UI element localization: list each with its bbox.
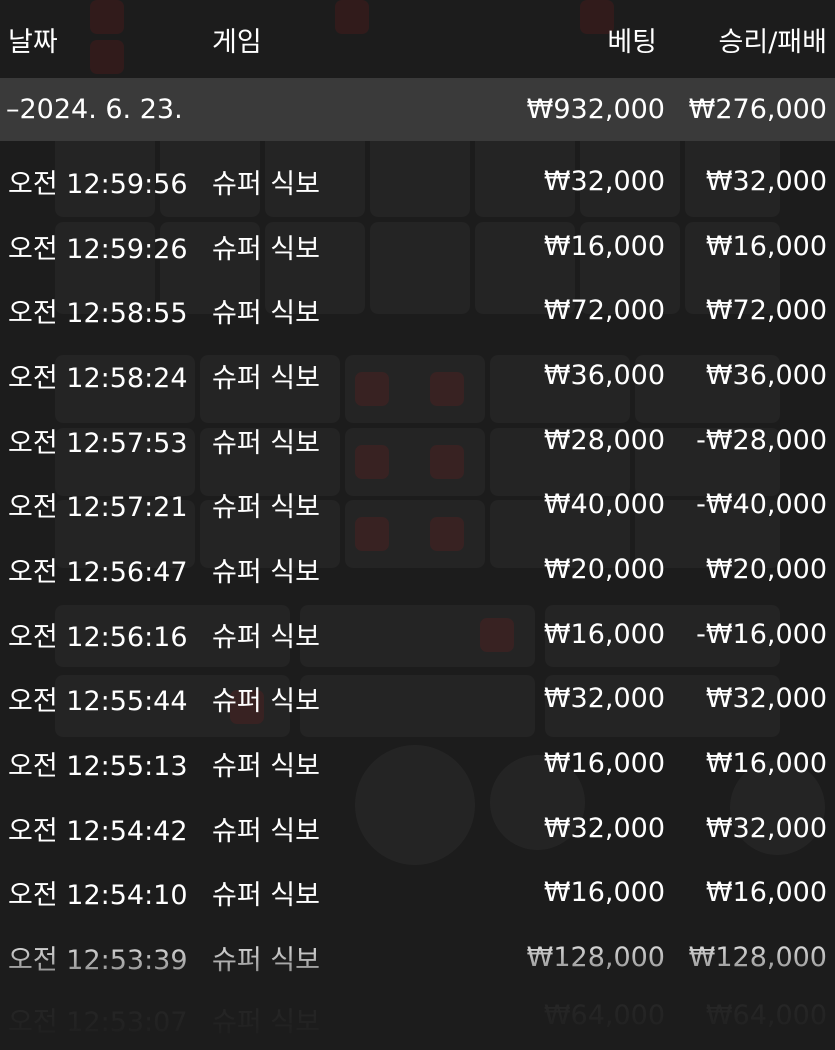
row-game: 슈퍼 식보 xyxy=(212,427,320,459)
history-list: 오전 12:59:56 슈퍼 식보 ₩32,000 ₩32,000 오전 12:… xyxy=(0,149,835,990)
row-winloss: ₩16,000 xyxy=(705,877,827,909)
history-row[interactable]: 오전 12:54:10 슈퍼 식보 ₩16,000 ₩16,000 xyxy=(0,861,835,926)
history-header: 날짜 게임 베팅 승리/패배 xyxy=(0,0,835,78)
row-winloss: ₩72,000 xyxy=(705,295,827,327)
row-bet: ₩128,000 xyxy=(526,942,665,974)
history-row[interactable]: 오전 12:57:53 슈퍼 식보 ₩28,000 -₩28,000 xyxy=(0,408,835,473)
row-bet: ₩16,000 xyxy=(543,748,665,780)
row-winloss: ₩20,000 xyxy=(705,553,827,585)
history-row-partial[interactable]: 오전 12:53:07 슈퍼 식보 ₩64,000 ₩64,000 xyxy=(0,1000,835,1040)
row-time: 오전 12:56:47 xyxy=(8,556,188,588)
row-winloss: -₩40,000 xyxy=(696,489,827,521)
date-group-row[interactable]: –2024. 6. 23. ₩932,000 ₩276,000 xyxy=(0,78,835,141)
column-header-date[interactable]: 날짜 xyxy=(8,20,58,59)
row-time: 오전 12:59:26 xyxy=(8,233,188,265)
row-game: 슈퍼 식보 xyxy=(212,686,320,718)
row-bet: ₩32,000 xyxy=(543,812,665,844)
date-group-bet-total: ₩932,000 xyxy=(526,94,665,125)
row-time: 오전 12:53:39 xyxy=(8,945,188,977)
history-row[interactable]: 오전 12:59:56 슈퍼 식보 ₩32,000 ₩32,000 xyxy=(0,149,835,214)
column-header-bet[interactable]: 베팅 xyxy=(607,20,657,59)
column-header-game[interactable]: 게임 xyxy=(212,20,262,59)
history-row[interactable]: 오전 12:56:47 슈퍼 식보 ₩20,000 ₩20,000 xyxy=(0,537,835,602)
row-winloss: ₩32,000 xyxy=(705,683,827,715)
row-game: 슈퍼 식보 xyxy=(212,168,320,200)
row-time: 오전 12:57:21 xyxy=(8,492,188,524)
row-time: 오전 12:55:13 xyxy=(8,751,188,783)
row-winloss: ₩64,000 xyxy=(705,1000,827,1031)
row-bet: ₩16,000 xyxy=(543,230,665,262)
row-winloss: ₩32,000 xyxy=(705,812,827,844)
row-bet: ₩28,000 xyxy=(543,424,665,456)
row-bet: ₩72,000 xyxy=(543,295,665,327)
row-game: 슈퍼 식보 xyxy=(212,815,320,847)
row-winloss: ₩128,000 xyxy=(688,942,827,974)
history-row[interactable]: 오전 12:53:39 슈퍼 식보 ₩128,000 ₩128,000 xyxy=(0,925,835,990)
history-row[interactable]: 오전 12:59:26 슈퍼 식보 ₩16,000 ₩16,000 xyxy=(0,214,835,279)
date-group-label: –2024. 6. 23. xyxy=(6,94,183,125)
row-bet: ₩16,000 xyxy=(543,877,665,909)
row-game: 슈퍼 식보 xyxy=(212,621,320,653)
bet-history-panel: 날짜 게임 베팅 승리/패배 –2024. 6. 23. ₩932,000 ₩2… xyxy=(0,0,835,1050)
date-group-winloss-total: ₩276,000 xyxy=(688,94,827,125)
row-game: 슈퍼 식보 xyxy=(212,233,320,265)
row-time: 오전 12:58:55 xyxy=(8,298,188,330)
row-time: 오전 12:59:56 xyxy=(8,168,188,200)
row-game: 슈퍼 식보 xyxy=(212,298,320,330)
row-game: 슈퍼 식보 xyxy=(212,492,320,524)
row-winloss: ₩36,000 xyxy=(705,359,827,391)
history-row[interactable]: 오전 12:58:24 슈퍼 식보 ₩36,000 ₩36,000 xyxy=(0,343,835,408)
row-game: 슈퍼 식보 xyxy=(212,362,320,394)
row-bet: ₩64,000 xyxy=(543,1000,665,1031)
row-bet: ₩32,000 xyxy=(543,165,665,197)
row-bet: ₩32,000 xyxy=(543,683,665,715)
row-game: 슈퍼 식보 xyxy=(212,751,320,783)
history-row[interactable]: 오전 12:55:13 슈퍼 식보 ₩16,000 ₩16,000 xyxy=(0,731,835,796)
row-bet: ₩20,000 xyxy=(543,553,665,585)
row-winloss: ₩16,000 xyxy=(705,230,827,262)
history-row[interactable]: 오전 12:58:55 슈퍼 식보 ₩72,000 ₩72,000 xyxy=(0,278,835,343)
history-row[interactable]: 오전 12:54:42 슈퍼 식보 ₩32,000 ₩32,000 xyxy=(0,796,835,861)
row-time: 오전 12:57:53 xyxy=(8,427,188,459)
row-game: 슈퍼 식보 xyxy=(212,1007,320,1038)
row-time: 오전 12:55:44 xyxy=(8,686,188,718)
row-bet: ₩40,000 xyxy=(543,489,665,521)
row-time: 오전 12:53:07 xyxy=(8,1007,188,1038)
row-time: 오전 12:58:24 xyxy=(8,362,188,394)
row-winloss: ₩32,000 xyxy=(705,165,827,197)
row-game: 슈퍼 식보 xyxy=(212,880,320,912)
history-row[interactable]: 오전 12:57:21 슈퍼 식보 ₩40,000 -₩40,000 xyxy=(0,472,835,537)
row-game: 슈퍼 식보 xyxy=(212,945,320,977)
row-winloss: -₩16,000 xyxy=(696,618,827,650)
row-winloss: -₩28,000 xyxy=(696,424,827,456)
history-row[interactable]: 오전 12:55:44 슈퍼 식보 ₩32,000 ₩32,000 xyxy=(0,667,835,732)
row-game: 슈퍼 식보 xyxy=(212,556,320,588)
history-row[interactable]: 오전 12:56:16 슈퍼 식보 ₩16,000 -₩16,000 xyxy=(0,602,835,667)
column-header-winloss[interactable]: 승리/패배 xyxy=(719,20,827,59)
row-bet: ₩16,000 xyxy=(543,618,665,650)
row-time: 오전 12:56:16 xyxy=(8,621,188,653)
row-winloss: ₩16,000 xyxy=(705,748,827,780)
row-time: 오전 12:54:10 xyxy=(8,880,188,912)
row-bet: ₩36,000 xyxy=(543,359,665,391)
row-time: 오전 12:54:42 xyxy=(8,815,188,847)
